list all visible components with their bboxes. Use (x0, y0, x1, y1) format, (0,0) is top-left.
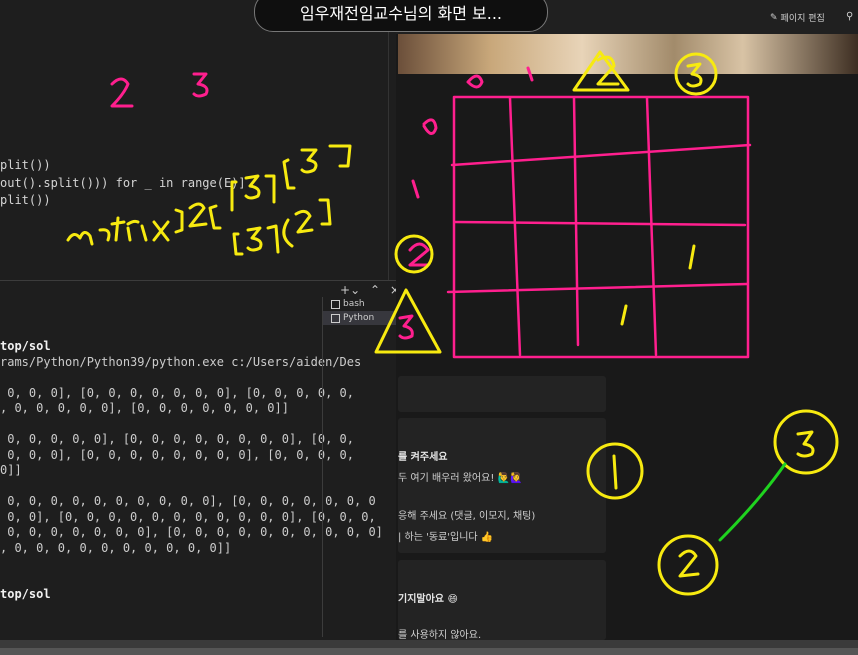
horizontal-scrollbar[interactable] (0, 648, 858, 655)
terminal-tab-label: Python (343, 313, 375, 323)
card-text: 기지말아요 😄 (398, 594, 458, 605)
terminal-line: top/sol (0, 587, 51, 601)
card-text: | 하는 '동료'입니다 👍 (398, 532, 494, 543)
terminal-list: bash Python (322, 297, 397, 637)
code-line: out().split())) for _ in range(E)] (0, 176, 246, 190)
code-editor[interactable]: plit()) out().split())) for _ in range(E… (0, 0, 396, 280)
terminal-icon (331, 313, 340, 323)
terminal-tab-python[interactable]: Python (323, 311, 397, 325)
terminal-line: 0, 0, 0], [0, 0, 0, 0, 0, 0, 0, 0], [0, … (0, 447, 355, 462)
terminal-line: 0, 0, 0, 0, 0, 0, 0, 0, 0, 0], [0, 0, 0,… (0, 494, 376, 508)
code-line: plit()) (0, 193, 51, 207)
search-icon[interactable]: ⚲ (846, 11, 853, 22)
editor-divider (388, 0, 389, 280)
callout-card: 를 켜주세요 두 여기 배우러 왔어요! 🙋‍♂️🙋‍♀️ 응해 주세요 (댓글… (398, 418, 606, 553)
callout-card: 기지말아요 😄 를 사용하지 않아요. (398, 560, 606, 641)
pencil-icon: ✎ (770, 12, 778, 23)
terminal-line: , 0, 0, 0, 0, 0, 0, 0, 0, 0, 0]] (0, 540, 232, 555)
terminal-line: 0, 0, 0], [0, 0, 0, 0, 0, 0, 0], [0, 0, … (0, 385, 355, 400)
terminal-line: , 0, 0, 0, 0, 0], [0, 0, 0, 0, 0, 0, 0]] (0, 401, 289, 415)
maximize-panel-icon[interactable]: ⌃ (370, 283, 380, 297)
terminal-line: 0, 0], [0, 0, 0, 0, 0, 0, 0, 0, 0, 0, 0]… (0, 509, 376, 524)
edit-page-label: 페이지 편집 (780, 14, 825, 24)
terminal-toolbar: +⌄ ⌃ × (340, 283, 400, 297)
edit-page-button[interactable]: ✎ 페이지 편집 (770, 11, 825, 25)
screen-share-title: 임우재전임교수님의 화면 보... (254, 0, 548, 32)
terminal-line: rams/Python/Python39/python.exe c:/Users… (0, 354, 362, 369)
code-line: plit()) (0, 158, 51, 172)
card-text: 두 여기 배우러 왔어요! 🙋‍♂️🙋‍♀️ (398, 473, 523, 484)
terminal-tab-bash[interactable]: bash (323, 297, 397, 311)
terminal-line: top/sol (0, 339, 51, 353)
terminal-tab-label: bash (343, 299, 365, 309)
card-text: 를 켜주세요 (398, 452, 448, 463)
chevron-down-icon[interactable]: ⌄ (350, 283, 360, 297)
terminal-icon (331, 299, 340, 309)
card-text: 응해 주세요 (댓글, 이모지, 채팅) (398, 511, 536, 522)
callout-card (398, 376, 606, 412)
card-text: 를 사용하지 않아요. (398, 630, 482, 641)
add-terminal-icon[interactable]: + (340, 283, 350, 297)
terminal-line: 0]] (0, 463, 22, 477)
cover-image (398, 34, 858, 74)
terminal-line: 0, 0, 0, 0, 0], [0, 0, 0, 0, 0, 0, 0, 0]… (0, 432, 355, 446)
